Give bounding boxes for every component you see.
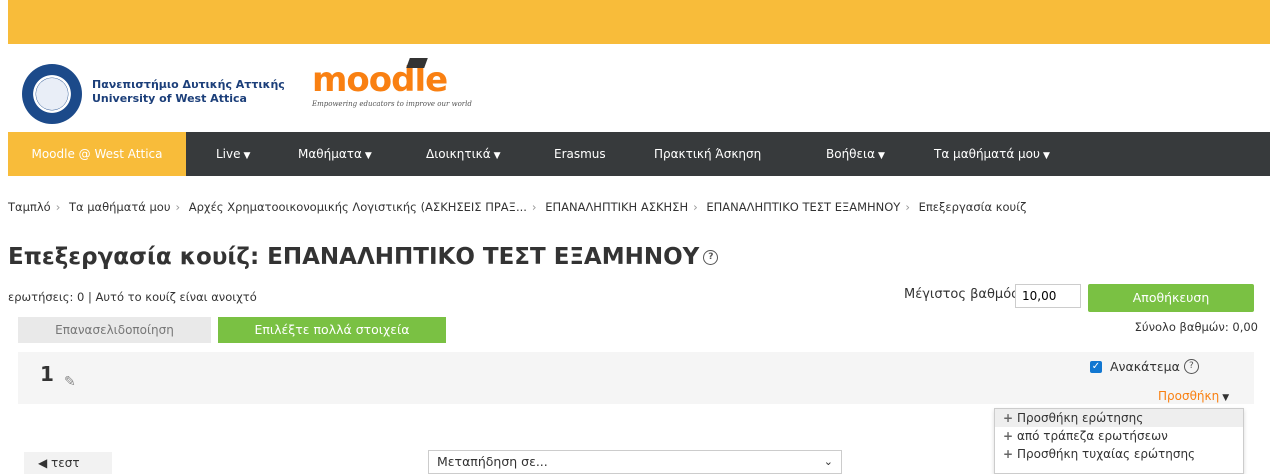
moodle-tagline: Empowering educators to improve our worl… (312, 100, 472, 108)
page-title: Επεξεργασία κουίζ: ΕΠΑΝΑΛΗΠΤΙΚΟ ΤΕΣΤ ΕΞΑ… (8, 244, 700, 270)
nav-item-courses[interactable]: Μαθήματα ▼ (298, 132, 372, 176)
help-icon[interactable]: ? (703, 250, 719, 265)
breadcrumb: Ταμπλό › Τα μαθήματά μου › Αρχές Χρηματοοι… (8, 200, 1026, 214)
caret-down-icon: ▼ (1042, 151, 1050, 161)
quiz-section: 1 ✎ (18, 352, 1254, 404)
max-grade-input[interactable] (1015, 284, 1081, 308)
nav-item-help[interactable]: Βοήθεια ▼ (826, 132, 885, 176)
graduation-cap-icon (406, 58, 428, 68)
breadcrumb-quiz[interactable]: ΕΠΑΝΑΛΗΠΤΙΚΟ ΤΕΣΤ ΕΞΑΜΗΝΟΥ (706, 200, 900, 214)
breadcrumb-separator-icon: › (531, 200, 537, 214)
menu-item-label: Προσθήκη τυχαίας ερώτησης (1017, 447, 1196, 461)
nav-item-label: Μαθήματα (298, 147, 362, 161)
help-icon[interactable]: ? (1183, 359, 1199, 374)
moodle-logo[interactable]: moodle Empowering educators to improve o… (312, 58, 472, 108)
menu-item-label: Προσθήκη ερώτησης (1017, 411, 1144, 425)
nav-item-label: Τα μαθήματά μου (934, 147, 1040, 161)
plus-icon: + (1003, 447, 1014, 461)
add-dropdown-menu: + Προσθήκη ερώτησης + από τράπεζα ερωτήσεω… (994, 408, 1244, 474)
plus-icon: + (1003, 411, 1014, 425)
breadcrumb-separator-icon: › (693, 200, 698, 214)
university-name-greek: Πανεπιστήμιο Δυτικής Αττικής (92, 78, 285, 91)
main-navbar: Moodle @ West Attica Live ▼ Μαθήματα ▼ Διο… (8, 132, 1270, 176)
university-seal-logo[interactable] (22, 64, 82, 124)
nav-item-label: Erasmus (554, 147, 606, 161)
nav-item-label: Πρακτική Άσκηση (654, 147, 762, 161)
repaginate-button[interactable]: Επανασελιδοποίηση (18, 317, 211, 343)
nav-item-administrative[interactable]: Διοικητικά ▼ (426, 132, 501, 176)
breadcrumb-current: Επεξεργασία κουίζ (918, 200, 1027, 214)
nav-item-live[interactable]: Live ▼ (216, 132, 250, 176)
breadcrumb-separator-icon: › (55, 200, 61, 214)
jump-to-select[interactable]: Μεταπήδηση σε... ⌄ (428, 450, 842, 474)
caret-down-icon: ▼ (877, 151, 885, 161)
caret-down-icon: ▼ (364, 151, 372, 161)
pencil-icon[interactable]: ✎ (64, 374, 76, 390)
moodle-wordmark: moodle (312, 60, 448, 100)
caret-down-icon: ▼ (493, 151, 501, 161)
save-button[interactable]: Αποθήκευση (1088, 284, 1254, 312)
university-name-english: University of West Attica (92, 92, 247, 105)
triangle-left-icon: ◀ (38, 456, 52, 470)
quiz-info: ερωτήσεις: 0 | Αυτό το κουίζ είναι ανοιχ… (8, 290, 257, 304)
menu-item-from-question-bank[interactable]: + από τράπεζα ερωτήσεων (995, 427, 1243, 445)
breadcrumb-separator-icon: › (905, 200, 910, 214)
nav-item-my-courses[interactable]: Τα μαθήματά μου ▼ (934, 132, 1050, 176)
caret-down-icon: ▼ (243, 151, 251, 161)
previous-activity-link[interactable]: ◀ τεστ (24, 452, 112, 474)
menu-item-label: από τράπεζα ερωτήσεων (1017, 429, 1168, 443)
nav-item-label: Live (216, 147, 241, 161)
top-color-bar (8, 0, 1270, 44)
shuffle-label: Ανακάτεμα (1110, 359, 1180, 374)
breadcrumb-course[interactable]: Αρχές Χρηματοοικονομικής Λογιστικής (ΑΣΚ… (189, 200, 527, 214)
plus-icon: + (1003, 429, 1014, 443)
shuffle-checkbox[interactable]: ✓ (1090, 360, 1102, 373)
nav-brand[interactable]: Moodle @ West Attica (8, 132, 186, 176)
total-marks: Σύνολο βαθμών: 0,00 (1134, 320, 1258, 334)
page-heading: Επεξεργασία κουίζ: ΕΠΑΝΑΛΗΠΤΙΚΟ ΤΕΣΤ ΕΞΑ… (8, 244, 719, 270)
chevron-down-icon: ⌄ (823, 455, 833, 468)
header-logos: Πανεπιστήμιο Δυτικής Αττικής University … (8, 44, 1270, 132)
shuffle-toggle[interactable]: ✓ Ανακάτεμα ? (1090, 359, 1199, 374)
previous-activity-label: τεστ (51, 456, 80, 470)
add-label: Προσθήκη (1158, 389, 1220, 403)
university-name[interactable]: Πανεπιστήμιο Δυτικής Αττικής University … (92, 78, 285, 106)
max-grade-label: Μέγιστος βαθμός (904, 287, 1019, 302)
caret-down-icon: ▼ (1222, 393, 1230, 403)
menu-item-add-question[interactable]: + Προσθήκη ερώτησης (995, 409, 1243, 427)
nav-item-label: Διοικητικά (426, 147, 491, 161)
nav-item-erasmus[interactable]: Erasmus (554, 132, 606, 176)
breadcrumb-separator-icon: › (175, 200, 181, 214)
section-number: 1 (40, 362, 54, 386)
add-menu-toggle[interactable]: Προσθήκη ▼ (1158, 389, 1229, 403)
select-multiple-button[interactable]: Επιλέξτε πολλά στοιχεία (218, 317, 446, 343)
nav-item-internship[interactable]: Πρακτική Άσκηση (654, 132, 761, 176)
breadcrumb-section[interactable]: ΕΠΑΝΑΛΗΠΤΙΚΗ ΑΣΚΗΣΗ (545, 200, 688, 214)
jump-to-placeholder: Μεταπήδηση σε... (437, 454, 548, 469)
menu-item-add-random-question[interactable]: + Προσθήκη τυχαίας ερώτησης (995, 445, 1243, 463)
breadcrumb-dashboard[interactable]: Ταμπλό (8, 200, 51, 214)
breadcrumb-my-courses[interactable]: Τα μαθήματά μου (69, 200, 171, 214)
nav-item-label: Βοήθεια (826, 147, 875, 161)
